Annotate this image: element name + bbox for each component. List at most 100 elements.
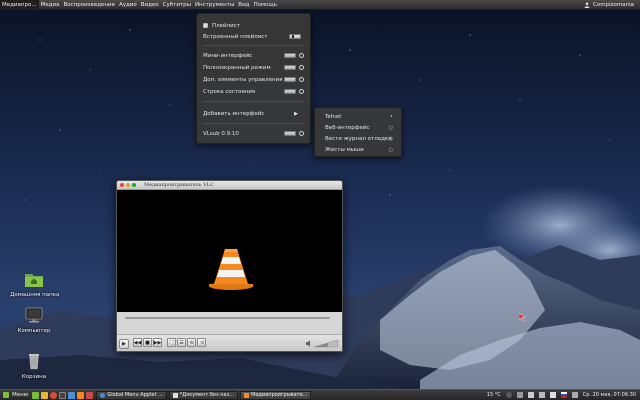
playlist-button[interactable]: ☰ (177, 338, 186, 347)
docked-playlist-switch[interactable] (289, 34, 301, 39)
menu-item-label: Добавить интерфейс (203, 110, 265, 117)
submenu-item-mouse-gestures[interactable]: Жесты мыши ○ (325, 145, 395, 154)
vlc-titlebar[interactable]: Медиапроигрыватель VLC (117, 181, 342, 190)
speaker-icon (306, 340, 310, 347)
user-menu[interactable]: Compizomania (584, 2, 640, 8)
browser-icon[interactable] (50, 391, 58, 399)
clock[interactable]: Ср. 20 мая, 07:06:30 (583, 392, 636, 398)
menu-item-fullscreen[interactable]: Полноэкранный режим (203, 63, 304, 72)
menu-media[interactable]: Медиа (39, 0, 62, 10)
weather-temperature[interactable]: 15 °C (487, 392, 501, 398)
window-minimize-button[interactable] (126, 183, 130, 187)
menu-view[interactable]: Вид (236, 0, 251, 10)
next-button[interactable]: ▶▶ (153, 338, 162, 347)
stop-button[interactable]: ■ (143, 338, 152, 347)
previous-button[interactable]: ◀◀ (133, 338, 142, 347)
vlc-window: Медиапроигрыватель VLC ▶ ◀◀ ■ ▶▶ ⛶ ☰ ⟲ ⤨ (116, 180, 343, 352)
menu-item-playlist[interactable]: Плейлист (203, 21, 304, 30)
radio-indicator (299, 77, 304, 82)
microphone-icon[interactable] (516, 392, 523, 398)
indicator-icon: ○ (388, 124, 393, 131)
mouse-cursor-icon (519, 313, 525, 321)
status-bar-switch[interactable] (284, 89, 296, 94)
menu-item-label: Полноэкранный режим (203, 64, 271, 71)
menu-playback[interactable]: Воспроизведение (61, 0, 116, 10)
menu-item-label: Доп. элементы управления (203, 76, 283, 83)
weather-icon[interactable] (505, 392, 512, 398)
show-desktop-icon[interactable] (32, 391, 40, 399)
video-area[interactable] (117, 190, 342, 312)
menu-help[interactable]: Помощь (251, 0, 278, 10)
task-text-editor[interactable]: *Документ без наз... (168, 390, 239, 400)
menu-tools[interactable]: Инструменты (193, 0, 236, 10)
menu-item-label: Мини-интерфейс (203, 52, 253, 59)
menu-video[interactable]: Видео (139, 0, 161, 10)
menu-item-docked-playlist[interactable]: Встроенный плейлист (203, 32, 304, 41)
mint-logo-icon (3, 392, 9, 398)
window-close-button[interactable] (120, 183, 124, 187)
submenu-item-web-interface[interactable]: Веб-интерфейс ○ (325, 123, 395, 132)
terminal-icon[interactable] (59, 391, 67, 399)
submenu-item-debug-log[interactable]: Вести журнал отладки ○ (325, 134, 395, 143)
desktop-icon-label: Домашняя папка (10, 292, 60, 298)
menu-subtitles[interactable]: Субтитры (161, 0, 193, 10)
menu-item-label: Строка состояния (203, 88, 256, 95)
keyboard-layout-flag-icon[interactable] (560, 392, 567, 398)
home-folder-icon (25, 274, 43, 287)
desktop-icon-computer[interactable]: Компьютер (10, 306, 58, 334)
task-vlc[interactable]: Медиапроигрывате... (240, 390, 312, 400)
menu-separator (203, 123, 304, 124)
menu-separator (203, 101, 304, 102)
loop-button[interactable]: ⟲ (187, 338, 196, 347)
play-button[interactable]: ▶ (119, 339, 129, 349)
text-editor-icon (172, 392, 178, 398)
menu-audio[interactable]: Аудио (117, 0, 139, 10)
submenu-item-label: Telnet (325, 113, 342, 120)
task-chrome[interactable]: Global Menu Applet ... (96, 390, 167, 400)
menu-item-minimal-interface[interactable]: Мини-интерфейс (203, 51, 304, 60)
menu-app[interactable]: Медиапро... (0, 0, 39, 10)
fullscreen-button[interactable]: ⛶ (167, 338, 176, 347)
task-label: Медиапроигрывате... (251, 392, 308, 398)
volume-slider[interactable] (304, 339, 340, 348)
minimal-interface-switch[interactable] (284, 53, 296, 58)
add-interface-submenu: Telnet • Веб-интерфейс ○ Вести журнал от… (314, 107, 402, 157)
menu-item-advanced-controls[interactable]: Доп. элементы управления (203, 75, 304, 84)
file-manager-icon[interactable] (41, 391, 49, 399)
shuffle-button[interactable]: ⤨ (197, 338, 206, 347)
menu-item-label: Плейлист (212, 22, 240, 29)
window-maximize-button[interactable] (132, 183, 136, 187)
power-icon[interactable] (571, 392, 578, 398)
playlist-checkbox[interactable] (203, 23, 208, 28)
fullscreen-switch[interactable] (284, 65, 296, 70)
user-name: Compizomania (593, 1, 634, 8)
start-menu-label: Меню (12, 392, 29, 398)
submenu-item-label: Вести журнал отладки (325, 135, 392, 142)
trash-icon (29, 354, 39, 370)
indicator-icon: • (390, 113, 393, 120)
text-editor-launcher-icon[interactable] (68, 391, 76, 399)
system-tray: 15 °C Ср. 20 мая, 07:06:30 (482, 392, 640, 398)
menu-item-status-bar[interactable]: Строка состояния (203, 87, 304, 96)
desktop-icon-trash[interactable]: Корзина (10, 352, 58, 380)
submenu-item-telnet[interactable]: Telnet • (325, 112, 395, 121)
volume-icon[interactable] (549, 392, 556, 398)
taskbar: Меню Global Menu Applet ... *Документ бе… (0, 389, 640, 400)
top-menubar: Медиапро... Медиа Воспроизведение Аудио … (0, 0, 640, 10)
menu-item-vlsub[interactable]: VLsub 0.9.10 (203, 129, 304, 138)
vlc-launcher-icon[interactable] (77, 391, 85, 399)
network-icon[interactable] (538, 392, 545, 398)
vlsub-switch[interactable] (284, 131, 296, 136)
bluetooth-icon[interactable] (527, 392, 534, 398)
computer-icon (25, 307, 43, 323)
advanced-controls-switch[interactable] (284, 77, 296, 82)
seek-area (117, 312, 342, 334)
desktop-icon-label: Корзина (21, 374, 47, 380)
desktop-icon-home[interactable]: Домашняя папка (10, 270, 60, 298)
seek-slider[interactable] (125, 317, 330, 319)
settings-launcher-icon[interactable] (86, 391, 94, 399)
radio-indicator (299, 53, 304, 58)
submenu-arrow-icon: ▶ (294, 110, 298, 117)
start-menu-button[interactable]: Меню (0, 390, 31, 400)
menu-item-add-interface[interactable]: Добавить интерфейс ▶ (203, 109, 304, 118)
